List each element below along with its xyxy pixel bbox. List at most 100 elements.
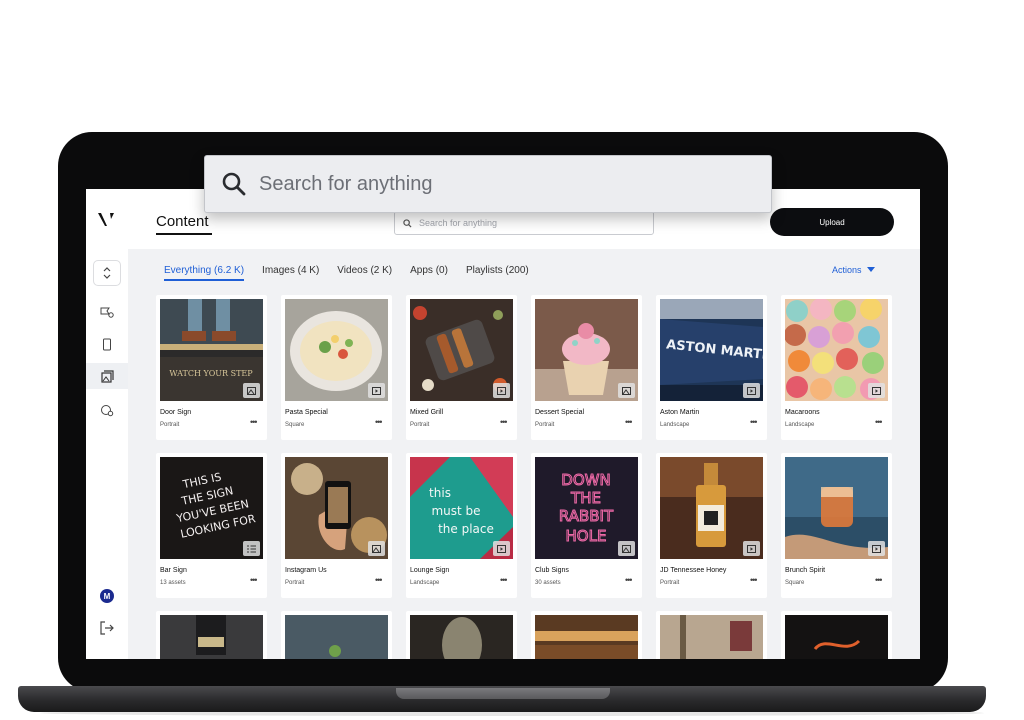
logout-icon[interactable]: [98, 619, 116, 637]
more-options-icon[interactable]: •••: [625, 417, 633, 427]
title-underline: [156, 233, 212, 235]
card-title: Pasta Special: [285, 409, 328, 416]
card-title: Bar Sign: [160, 567, 187, 574]
card-subtitle: 13 assets: [160, 580, 186, 586]
asset-thumbnail: [785, 299, 888, 401]
more-options-icon[interactable]: •••: [750, 575, 758, 585]
asset-card[interactable]: Brunch Spirit Square •••: [781, 453, 892, 598]
asset-card[interactable]: JD Tennessee Honey Portrait •••: [656, 453, 767, 598]
tab-everything[interactable]: Everything (6.2 K): [164, 265, 245, 281]
header-search-placeholder: Search for anything: [419, 218, 498, 228]
more-options-icon[interactable]: •••: [875, 575, 883, 585]
sidebar-item-apps[interactable]: [86, 397, 128, 423]
asset-card[interactable]: Macaroons Landscape •••: [781, 295, 892, 440]
asset-card[interactable]: [531, 611, 642, 659]
asset-card[interactable]: [156, 611, 267, 659]
asset-card[interactable]: Dessert Special Portrait •••: [531, 295, 642, 440]
card-subtitle: Landscape: [410, 580, 440, 586]
card-title: Macaroons: [785, 409, 820, 416]
club-line-3: RABBIT: [559, 507, 614, 525]
more-options-icon[interactable]: •••: [750, 417, 758, 427]
asset-card[interactable]: this must be the place Lounge Sign Lands…: [406, 453, 517, 598]
card-subtitle: Portrait: [410, 422, 430, 428]
more-options-icon[interactable]: •••: [250, 417, 258, 427]
tab-playlists[interactable]: Playlists (200): [466, 265, 529, 280]
card-title: Lounge Sign: [410, 567, 450, 574]
card-title: JD Tennessee Honey: [660, 567, 727, 574]
video-icon: [493, 383, 510, 398]
device-icon: [103, 338, 111, 350]
user-avatar[interactable]: M: [100, 589, 114, 603]
search-placeholder: Search for anything: [259, 172, 433, 195]
more-options-icon[interactable]: •••: [375, 575, 383, 585]
sidebar-collapse-button[interactable]: [93, 260, 121, 286]
video-icon: [868, 383, 885, 398]
search-input[interactable]: Search for anything: [204, 155, 772, 213]
video-icon: [368, 383, 385, 398]
asset-card[interactable]: [406, 611, 517, 659]
tab-videos[interactable]: Videos (2 K): [337, 265, 392, 280]
asset-thumbnail: [785, 457, 888, 559]
asset-card[interactable]: Instagram Us Portrait •••: [281, 453, 392, 598]
actions-dropdown[interactable]: Actions: [832, 265, 875, 275]
card-subtitle: Landscape: [660, 422, 690, 428]
asset-card[interactable]: [781, 611, 892, 659]
card-title: Door Sign: [160, 409, 192, 416]
asset-card[interactable]: Pasta Special Square •••: [281, 295, 392, 440]
tab-apps[interactable]: Apps (0): [410, 265, 448, 280]
asset-thumbnail: [660, 615, 763, 659]
globe-settings-icon: [101, 404, 114, 416]
filter-tabs: Everything (6.2 K) Images (4 K) Videos (…: [164, 265, 547, 281]
more-options-icon[interactable]: •••: [875, 417, 883, 427]
card-subtitle: 30 assets: [535, 580, 561, 586]
asset-card[interactable]: THIS IS THE SIGN YOU'VE BEEN LOOKING FOR…: [156, 453, 267, 598]
caret-down-icon: [866, 267, 875, 272]
sidebar-item-content[interactable]: [86, 363, 128, 389]
asset-card[interactable]: WATCH YOUR STEP Door Sign Portrait •••: [156, 295, 267, 440]
app-screen: M Content Search for anything Upload Eve…: [86, 189, 920, 659]
content-area: Everything (6.2 K) Images (4 K) Videos (…: [128, 249, 920, 659]
video-icon: [743, 541, 760, 556]
image-icon: [368, 541, 385, 556]
card-subtitle: Square: [785, 580, 805, 586]
asset-thumbnail: [660, 457, 763, 559]
card-title: Aston Martin: [660, 409, 700, 416]
asset-thumbnail: [535, 299, 638, 401]
asset-card[interactable]: DOWN THE RABBIT HOLE Club Signs 30 asset…: [531, 453, 642, 598]
sidebar-item-schedule[interactable]: [86, 299, 128, 325]
card-title: Brunch Spirit: [785, 567, 826, 574]
asset-thumbnail: DOWN THE RABBIT HOLE: [535, 457, 638, 559]
asset-card[interactable]: [281, 611, 392, 659]
asset-thumbnail: WATCH YOUR STEP: [160, 299, 263, 401]
actions-label: Actions: [832, 265, 862, 275]
sidebar: M: [86, 189, 128, 659]
video-icon: [743, 383, 760, 398]
more-options-icon[interactable]: •••: [500, 575, 508, 585]
sidebar-item-screens[interactable]: [86, 331, 128, 357]
asset-card[interactable]: ASTON MARTIN Aston Martin Landscape •••: [656, 295, 767, 440]
more-options-icon[interactable]: •••: [250, 575, 258, 585]
asset-thumbnail: [285, 457, 388, 559]
more-options-icon[interactable]: •••: [500, 417, 508, 427]
club-line-1: DOWN: [561, 471, 610, 489]
card-subtitle: Portrait: [660, 580, 680, 586]
asset-card[interactable]: [656, 611, 767, 659]
asset-thumbnail: [285, 299, 388, 401]
lounge-line-1: this: [429, 486, 451, 500]
image-icon: [618, 541, 635, 556]
header-search-input[interactable]: Search for anything: [394, 211, 654, 235]
search-icon: [403, 218, 412, 228]
card-subtitle: Portrait: [160, 422, 180, 428]
asset-thumbnail: [785, 615, 888, 659]
flag-settings-icon: [100, 307, 114, 318]
club-line-4: HOLE: [566, 527, 607, 545]
asset-card[interactable]: Mixed Grill Portrait •••: [406, 295, 517, 440]
asset-thumbnail: ASTON MARTIN: [660, 299, 763, 401]
more-options-icon[interactable]: •••: [625, 575, 633, 585]
tab-images[interactable]: Images (4 K): [262, 265, 319, 280]
media-library-icon: [100, 369, 114, 383]
more-options-icon[interactable]: •••: [375, 417, 383, 427]
upload-button[interactable]: Upload: [770, 208, 894, 236]
lounge-line-2: must be: [431, 504, 480, 518]
app-logo: [98, 213, 114, 226]
